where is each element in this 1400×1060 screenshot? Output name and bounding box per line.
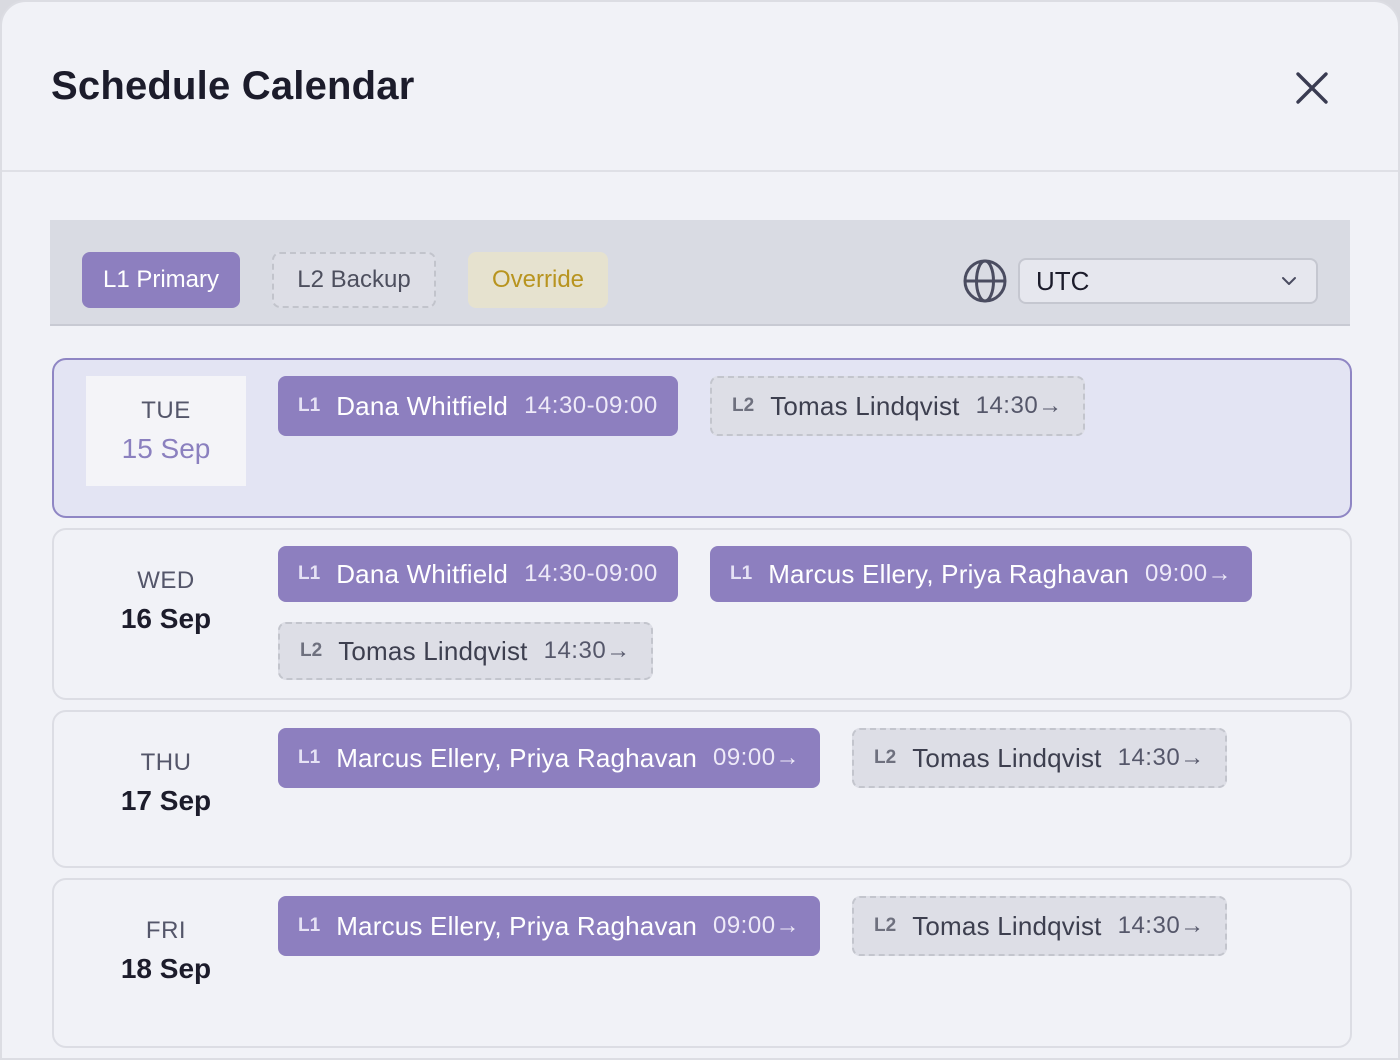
- close-icon: [1296, 72, 1328, 104]
- schedule-calendar-modal: Schedule Calendar L1 Primary L2 Backup O…: [0, 0, 1400, 1060]
- shift-assignee: Tomas Lindqvist: [912, 910, 1102, 941]
- timezone-select[interactable]: UTC: [1018, 258, 1318, 304]
- day-label: FRI 18 Sep: [86, 896, 246, 1006]
- shift-time: 14:30-09:00: [524, 560, 658, 587]
- day-row-wed[interactable]: WED 16 Sep L1 Dana Whitfield 14:30-09:00…: [52, 528, 1352, 700]
- shift-assignee: Dana Whitfield: [336, 558, 509, 589]
- shift-chip[interactable]: L2 Tomas Lindqvist 14:30→: [852, 728, 1227, 788]
- day-date: 17 Sep: [120, 785, 212, 816]
- shift-time: 14:30→: [543, 637, 631, 664]
- shift-level: L1: [298, 563, 321, 584]
- legend-toolbar: L1 Primary L2 Backup Override UTC: [50, 220, 1350, 326]
- day-row-thu[interactable]: THU 17 Sep L1 Marcus Ellery, Priya Ragha…: [52, 710, 1352, 868]
- shift-assignee: Marcus Ellery, Priya Raghavan: [336, 910, 697, 941]
- shift-assignee: Tomas Lindqvist: [912, 742, 1102, 773]
- page-title: Schedule Calendar: [51, 64, 415, 108]
- shift-chip[interactable]: L1 Dana Whitfield 14:30-09:00: [278, 546, 678, 602]
- day-of-week: FRI: [145, 917, 187, 944]
- shift-time: 09:00→: [712, 912, 801, 939]
- shift-level: L1: [298, 915, 321, 936]
- globe-icon: [963, 259, 1007, 303]
- shift-time: 14:30→: [975, 392, 1063, 419]
- day-date: 15 Sep: [121, 433, 211, 464]
- day-date: 16 Sep: [120, 603, 212, 634]
- shift-level: L1: [298, 395, 321, 416]
- shift-time: 09:00→: [712, 744, 801, 771]
- shift-assignee: Dana Whitfield: [336, 390, 509, 421]
- shift-assignee: Marcus Ellery, Priya Raghavan: [768, 558, 1129, 589]
- shift-level: L2: [874, 747, 897, 768]
- shift-chip[interactable]: L2 Tomas Lindqvist 14:30→: [278, 622, 653, 680]
- day-of-week: TUE: [141, 397, 191, 424]
- legend-override[interactable]: Override: [468, 252, 608, 308]
- shift-assignee: Marcus Ellery, Priya Raghavan: [336, 742, 697, 773]
- shift-assignee: Tomas Lindqvist: [770, 390, 960, 421]
- shift-time: 14:30→: [1117, 912, 1205, 939]
- day-of-week: WED: [137, 567, 195, 594]
- shift-level: L2: [300, 640, 323, 661]
- shift-chip[interactable]: L1 Dana Whitfield 14:30-09:00: [278, 376, 678, 436]
- shift-chip[interactable]: L2 Tomas Lindqvist 14:30→: [852, 896, 1227, 956]
- shift-level: L1: [730, 563, 753, 584]
- day-of-week: THU: [140, 749, 192, 776]
- modal-header: Schedule Calendar: [2, 2, 1398, 172]
- legend-l1-primary[interactable]: L1 Primary: [82, 252, 240, 308]
- timezone-value: UTC: [1036, 265, 1090, 296]
- day-date: 18 Sep: [120, 953, 212, 984]
- shift-chip[interactable]: L2 Tomas Lindqvist 14:30→: [710, 376, 1085, 436]
- close-button[interactable]: [1290, 66, 1334, 110]
- shift-time: 14:30→: [1117, 744, 1205, 771]
- shift-chip[interactable]: L1 Marcus Ellery, Priya Raghavan 09:00→: [710, 546, 1253, 602]
- shift-assignee: Tomas Lindqvist: [338, 635, 528, 666]
- day-row-tue[interactable]: TUE 15 Sep L1 Dana Whitfield 14:30-09:00…: [52, 358, 1352, 518]
- shift-level: L2: [874, 915, 897, 936]
- day-label: WED 16 Sep: [86, 546, 246, 656]
- shift-chip[interactable]: L1 Marcus Ellery, Priya Raghavan 09:00→: [278, 728, 821, 788]
- shift-time: 14:30-09:00: [524, 392, 658, 419]
- shift-level: L1: [298, 747, 321, 768]
- shift-level: L2: [732, 395, 755, 416]
- day-label: TUE 15 Sep: [86, 376, 246, 486]
- day-row-fri[interactable]: FRI 18 Sep L1 Marcus Ellery, Priya Ragha…: [52, 878, 1352, 1048]
- chevron-down-icon: [1282, 277, 1296, 285]
- day-label: THU 17 Sep: [86, 728, 246, 838]
- shift-time: 09:00→: [1144, 560, 1233, 587]
- shift-chip[interactable]: L1 Marcus Ellery, Priya Raghavan 09:00→: [278, 896, 821, 956]
- legend-l2-backup[interactable]: L2 Backup: [272, 252, 436, 308]
